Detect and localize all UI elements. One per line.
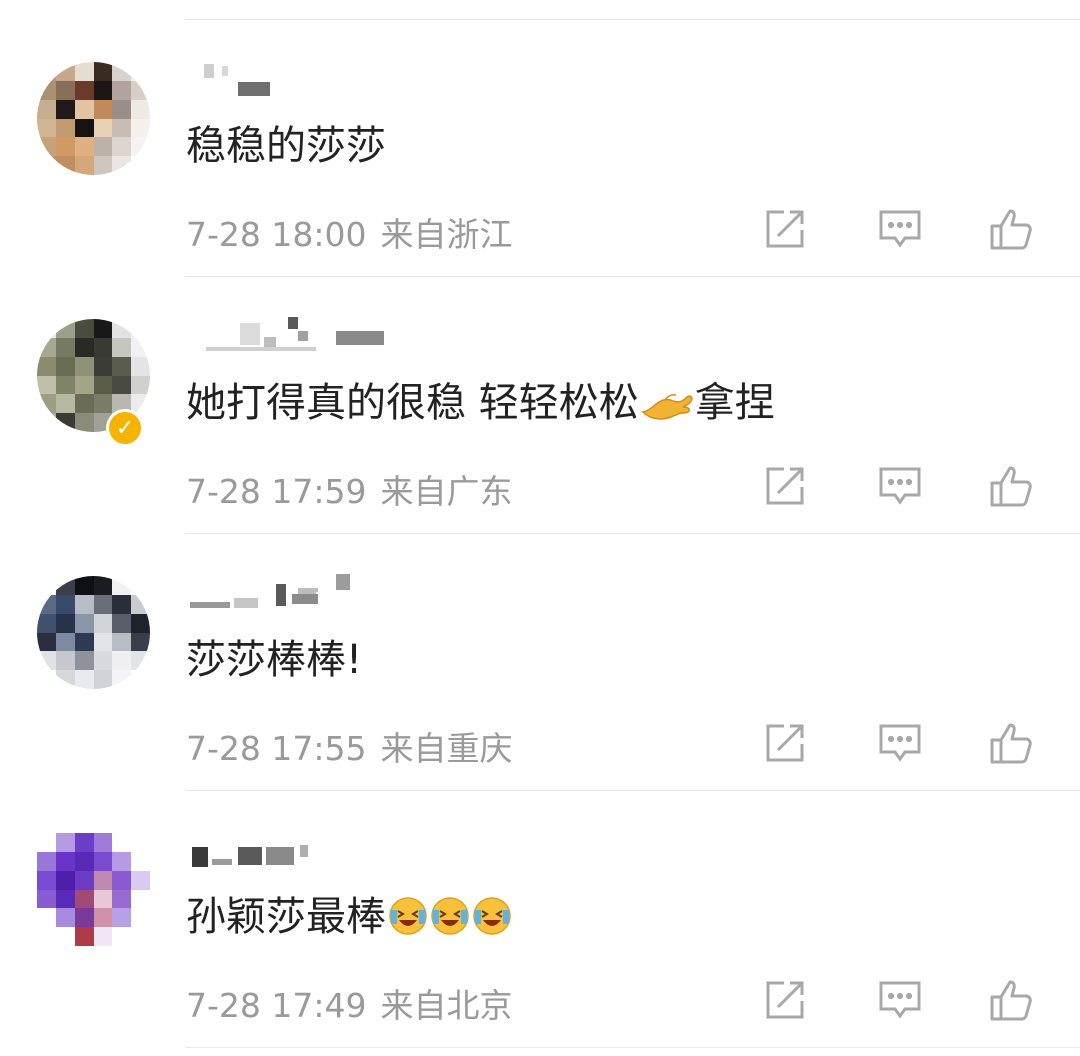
crying-laughing-emoji-icon (430, 895, 470, 935)
comment-text: 她打得真的很稳 轻轻松松 拿捏 (186, 375, 775, 431)
avatar[interactable] (37, 833, 150, 946)
like-icon[interactable] (988, 720, 1034, 766)
like-icon[interactable] (988, 206, 1034, 252)
comment-item: 莎莎棒棒! 7-28 17:55 来自重庆 (0, 534, 1080, 790)
comment-location: 来自广东 (380, 472, 513, 511)
username-blurred[interactable] (190, 831, 390, 867)
crying-laughing-emoji-icon (472, 895, 512, 935)
like-icon[interactable] (988, 977, 1034, 1023)
comment-meta: 7-28 17:59 来自广东 (186, 465, 513, 513)
comment-meta: 7-28 17:55 来自重庆 (186, 722, 513, 770)
comment-text: 孙颖莎最棒 (186, 889, 512, 945)
comment-time: 7-28 18:00 (186, 215, 367, 254)
verified-badge-icon: ✓ (106, 409, 144, 447)
comment-time: 7-28 17:49 (186, 986, 367, 1025)
like-icon[interactable] (988, 463, 1034, 509)
crying-laughing-emoji-icon (388, 895, 428, 935)
comment-text: 莎莎棒棒! (186, 637, 363, 683)
comment-time: 7-28 17:59 (186, 472, 367, 511)
comment-location: 来自重庆 (380, 729, 513, 768)
share-icon[interactable] (762, 977, 808, 1023)
share-icon[interactable] (762, 720, 808, 766)
comment-meta: 7-28 17:49 来自北京 (186, 979, 513, 1027)
comment-icon[interactable] (877, 977, 923, 1023)
comment-text-part: 孙颖莎最棒 (186, 894, 386, 940)
username-blurred[interactable] (190, 60, 390, 96)
comment-location: 来自北京 (380, 986, 513, 1025)
comment-icon[interactable] (877, 463, 923, 509)
comment-meta: 7-28 18:00 来自浙江 (186, 208, 513, 256)
share-icon[interactable] (762, 463, 808, 509)
share-icon[interactable] (762, 206, 808, 252)
comment-text-part: 拿捏 (694, 380, 775, 426)
comment-time: 7-28 17:55 (186, 729, 367, 768)
comment-divider (185, 1047, 1080, 1048)
comment-text: 稳稳的莎莎 (186, 123, 386, 169)
comment-icon[interactable] (877, 720, 923, 766)
comment-item: 孙颖莎最棒 7-28 17:49 来自北京 (0, 791, 1080, 1047)
comment-item: 稳稳的莎莎 7-28 18:00 来自浙江 (0, 20, 1080, 276)
avatar[interactable] (37, 62, 150, 175)
comment-item: ✓ 她打得真的很稳 轻轻松松 拿捏 7-28 17:59 来自广东 (0, 277, 1080, 533)
pinching-hand-emoji-icon (641, 381, 695, 421)
username-blurred[interactable] (190, 317, 390, 351)
avatar[interactable] (37, 576, 150, 689)
comment-icon[interactable] (877, 206, 923, 252)
comment-text-part: 她打得真的很稳 轻轻松松 (186, 380, 639, 426)
username-blurred[interactable] (190, 574, 390, 608)
comment-location: 来自浙江 (380, 215, 513, 254)
